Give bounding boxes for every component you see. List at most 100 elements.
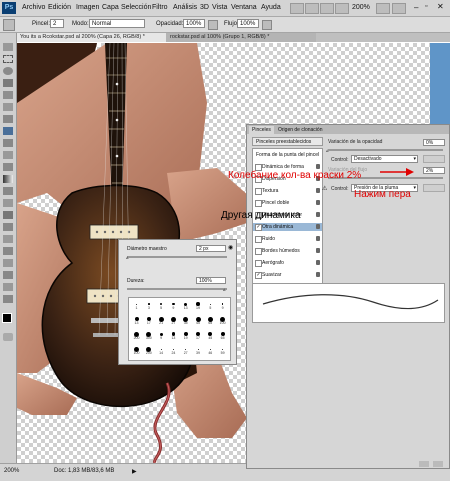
- brush-tip[interactable]: 46: [205, 345, 216, 355]
- lock-icon[interactable]: [316, 248, 320, 253]
- menu-capa[interactable]: Capa: [102, 4, 119, 11]
- brush-tip[interactable]: 21: [156, 315, 167, 325]
- move-tool-icon[interactable]: [3, 43, 13, 51]
- shape-tool-icon[interactable]: [3, 247, 13, 255]
- healing-brush-tool-icon[interactable]: [3, 115, 13, 123]
- zoom-tool-button[interactable]: [335, 3, 349, 14]
- clone-stamp-tool-icon[interactable]: [3, 139, 13, 147]
- opacity-jitter-field[interactable]: 0%: [423, 139, 445, 146]
- brush-option-row[interactable]: Ruido: [253, 235, 322, 243]
- hardness-field[interactable]: 100%: [196, 277, 226, 284]
- lock-icon[interactable]: [316, 200, 320, 205]
- brush-tip[interactable]: 14: [156, 345, 167, 355]
- bridge-button[interactable]: [290, 3, 304, 14]
- hardness-slider-thumb-icon[interactable]: ▵: [223, 287, 226, 293]
- menu-vista[interactable]: Vista: [212, 4, 227, 11]
- brush-tip[interactable]: 3: [143, 300, 154, 310]
- lasso-tool-icon[interactable]: [3, 67, 13, 75]
- hardness-slider[interactable]: [127, 288, 227, 290]
- menu-imagen[interactable]: Imagen: [76, 4, 99, 11]
- brush-tip[interactable]: 17: [193, 330, 204, 340]
- airbrush-icon[interactable]: [262, 20, 272, 30]
- brush-tip[interactable]: 100: [217, 315, 228, 325]
- type-tool-icon[interactable]: [3, 223, 13, 231]
- quick-mask-icon[interactable]: [3, 333, 13, 341]
- brush-option-checkbox[interactable]: [255, 248, 262, 255]
- menu-3d[interactable]: 3D: [200, 4, 209, 11]
- arrange-documents-button[interactable]: [376, 3, 390, 14]
- brush-option-checkbox[interactable]: ✓: [255, 272, 262, 279]
- brush-tip[interactable]: 200: [131, 330, 142, 340]
- brush-option-checkbox[interactable]: [255, 260, 262, 267]
- menu-archivo[interactable]: Archivo: [22, 4, 45, 11]
- brush-tip[interactable]: 27: [180, 345, 191, 355]
- brush-tool-icon[interactable]: [3, 127, 13, 135]
- status-arrow-icon[interactable]: ▶: [132, 468, 137, 475]
- opacity-field[interactable]: 100%: [183, 19, 205, 28]
- menu-seleccion[interactable]: Selección: [121, 4, 151, 11]
- brush-option-row[interactable]: Forma de la punta del pincel: [253, 151, 322, 159]
- brush-option-checkbox[interactable]: [255, 188, 262, 195]
- brush-tool-preset-icon[interactable]: [3, 19, 15, 31]
- minibridge-button[interactable]: [305, 3, 319, 14]
- control-select-1[interactable]: Desactivado ▾: [351, 155, 418, 163]
- brush-tip[interactable]: 65: [217, 330, 228, 340]
- brush-tip[interactable]: 45: [193, 315, 204, 325]
- brush-tip[interactable]: 9: [168, 300, 179, 310]
- menu-ayuda[interactable]: Ayuda: [261, 4, 281, 11]
- menu-ventana[interactable]: Ventana: [231, 4, 257, 11]
- 3d-camera-tool-icon[interactable]: [3, 271, 13, 279]
- hand-tool-button[interactable]: [320, 3, 334, 14]
- crop-tool-icon[interactable]: [3, 91, 13, 99]
- blur-tool-icon[interactable]: [3, 187, 13, 195]
- mode-select[interactable]: Normal: [89, 19, 145, 28]
- diameter-field[interactable]: 2 px: [196, 245, 226, 252]
- path-selection-tool-icon[interactable]: [3, 235, 13, 243]
- lock-icon[interactable]: [316, 212, 320, 217]
- brush-option-row[interactable]: Bordes húmedos: [253, 247, 322, 255]
- tab-origen-clonacion[interactable]: Origen de clonación: [275, 126, 325, 134]
- brush-tip[interactable]: 300: [143, 330, 154, 340]
- opacity-jitter-slider[interactable]: [328, 149, 443, 151]
- foreground-color-swatch[interactable]: [2, 313, 12, 323]
- brush-tip[interactable]: 100: [131, 345, 142, 355]
- opacity-jitter-slider-thumb-icon[interactable]: ▵: [326, 148, 329, 154]
- maximize-icon[interactable]: ▫: [425, 3, 427, 10]
- marquee-tool-icon[interactable]: [3, 55, 13, 63]
- brush-tip[interactable]: 35: [180, 315, 191, 325]
- eraser-tool-icon[interactable]: [3, 163, 13, 171]
- menu-filtro[interactable]: Filtro: [152, 4, 168, 11]
- brush-tip[interactable]: 17: [143, 315, 154, 325]
- lock-icon[interactable]: [316, 260, 320, 265]
- lock-icon[interactable]: [316, 236, 320, 241]
- new-preset-icon[interactable]: [419, 461, 429, 467]
- brush-tip[interactable]: 5: [156, 300, 167, 310]
- minimize-icon[interactable]: –: [414, 3, 418, 12]
- brush-tip[interactable]: 65: [205, 315, 216, 325]
- brush-option-checkbox[interactable]: ✓: [255, 224, 262, 231]
- brush-tip[interactable]: 59: [217, 345, 228, 355]
- brush-tip[interactable]: 19: [193, 300, 204, 310]
- zoom-level[interactable]: 200%: [352, 4, 370, 11]
- brush-tip[interactable]: 19: [180, 330, 191, 340]
- brush-option-checkbox[interactable]: [255, 236, 262, 243]
- brush-option-row[interactable]: Aerógrafo: [253, 259, 322, 267]
- diameter-slider-thumb-icon[interactable]: ▵: [126, 255, 129, 261]
- flow-jitter-field[interactable]: 2%: [423, 167, 445, 174]
- brush-tip[interactable]: 24: [168, 345, 179, 355]
- 3d-rotate-tool-icon[interactable]: [3, 259, 13, 267]
- brush-option-checkbox[interactable]: [255, 200, 262, 207]
- hand-tool-icon[interactable]: [3, 283, 13, 291]
- brush-tip[interactable]: 9: [156, 330, 167, 340]
- tab-document-1[interactable]: You its a Rcokstar.psd al 200% (Capa 26,…: [16, 33, 166, 42]
- flow-field[interactable]: 100%: [237, 19, 259, 28]
- brush-option-row[interactable]: Textura: [253, 187, 322, 195]
- lock-icon[interactable]: [316, 272, 320, 277]
- status-zoom[interactable]: 200%: [4, 468, 19, 474]
- eyedropper-tool-icon[interactable]: [3, 103, 13, 111]
- tablet-opacity-icon[interactable]: [208, 20, 218, 30]
- screen-mode-button[interactable]: [392, 3, 406, 14]
- brush-tip[interactable]: 45: [205, 330, 216, 340]
- popup-menu-arrow-icon[interactable]: ◉: [228, 244, 233, 251]
- history-brush-tool-icon[interactable]: [3, 151, 13, 159]
